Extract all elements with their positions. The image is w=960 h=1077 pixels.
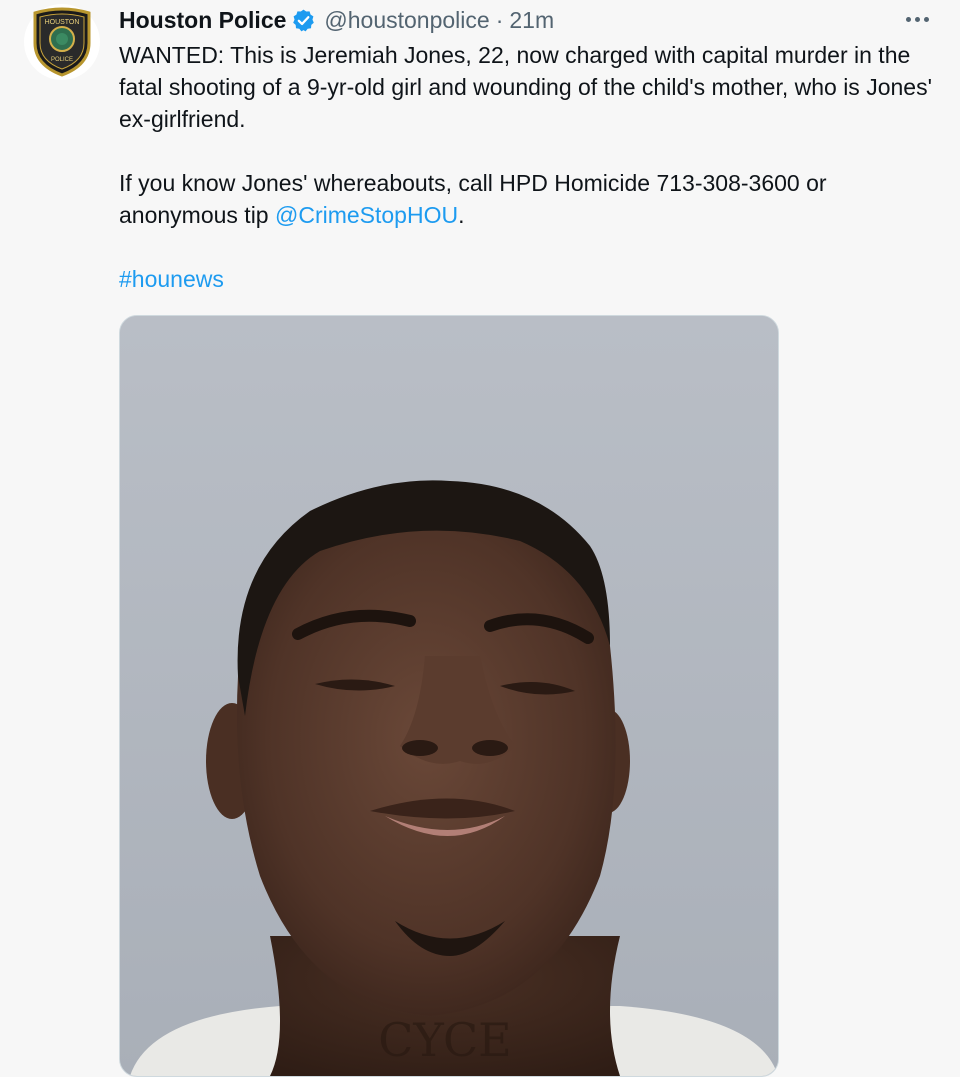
tweet-text: WANTED: This is Jeremiah Jones, 22, now …: [119, 39, 939, 327]
contact-text: If you know Jones' whereabouts, call HPD…: [119, 170, 827, 228]
more-dot: [914, 16, 920, 22]
left-nostril: [402, 740, 438, 756]
tweet-paragraph-hashtag: #hounews: [119, 263, 939, 295]
contact-text-end: .: [458, 202, 465, 228]
tweet-photo[interactable]: CYCE: [119, 315, 779, 1077]
right-nostril: [472, 740, 508, 756]
tweet[interactable]: HOUSTON POLICE Houston Police @houstonpo…: [0, 0, 960, 1077]
houston-police-badge-logo: HOUSTON POLICE: [33, 7, 91, 77]
separator-dot: ·: [495, 6, 504, 33]
verified-badge-icon: [293, 9, 315, 31]
more-horizontal-icon[interactable]: [900, 6, 934, 32]
mention-link[interactable]: @CrimeStopHOU: [275, 202, 458, 228]
handle[interactable]: @houstonpolice: [324, 7, 489, 34]
tweet-paragraph-wanted: WANTED: This is Jeremiah Jones, 22, now …: [119, 42, 932, 132]
avatar[interactable]: HOUSTON POLICE: [24, 4, 100, 80]
hashtag-link[interactable]: #hounews: [119, 266, 224, 292]
more-dot: [905, 16, 911, 22]
tweet-paragraph-contact: If you know Jones' whereabouts, call HPD…: [119, 167, 939, 231]
neck-tattoo: CYCE: [378, 1013, 512, 1067]
timestamp[interactable]: 21m: [509, 7, 554, 34]
mugshot-photo: CYCE: [120, 316, 778, 1076]
svg-text:POLICE: POLICE: [51, 57, 73, 63]
display-name[interactable]: Houston Police: [119, 7, 286, 34]
more-dot: [923, 16, 929, 22]
svg-text:HOUSTON: HOUSTON: [45, 19, 80, 26]
tweet-header: Houston Police @houstonpolice · 21m: [119, 5, 554, 35]
